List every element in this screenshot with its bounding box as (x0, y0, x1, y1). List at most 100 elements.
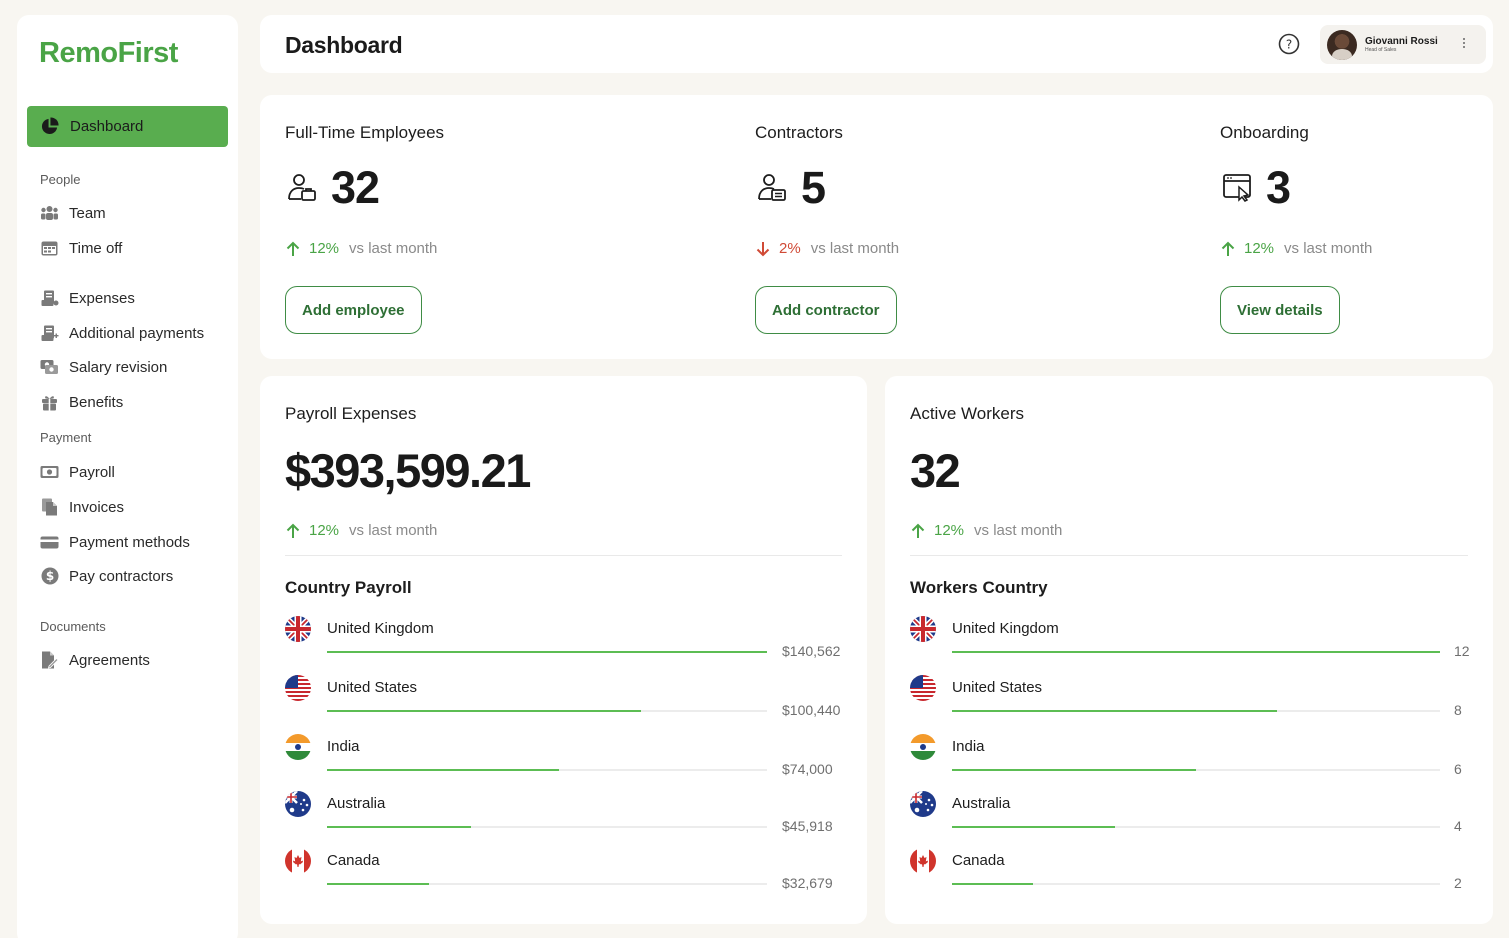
view-details-button[interactable]: View details (1220, 286, 1340, 334)
flag-canada-icon (285, 848, 311, 874)
section-label-people: People (40, 172, 81, 187)
trend-percent: 12% (309, 240, 340, 257)
country-value: 12 (1454, 643, 1470, 659)
country-value: 6 (1454, 761, 1462, 777)
sidebar-item-label: Payroll (69, 463, 115, 481)
stat-value: 32 (331, 162, 380, 213)
section-label-documents: Documents (40, 619, 106, 634)
section-label-payment: Payment (40, 430, 92, 445)
country-value: $32,679 (782, 875, 833, 891)
progress-fill (952, 826, 1115, 828)
sidebar: RemoFirst Dashboard People Team Time off… (17, 15, 238, 938)
active-workers-total: 32 (910, 444, 961, 497)
kebab-menu-icon[interactable] (1462, 36, 1466, 52)
trend-percent: 2% (779, 240, 801, 257)
header-bar: Dashboard ? Giovanni Rossi Head of Sales (260, 15, 1493, 73)
receipt-icon (40, 289, 59, 307)
flag-united-states-icon (285, 675, 311, 701)
help-icon[interactable]: ? (1278, 33, 1300, 55)
signed-document-icon (40, 651, 59, 669)
trend-text: vs last month (974, 522, 1063, 539)
calendar-icon (40, 239, 59, 257)
stat-value: 3 (1266, 162, 1291, 213)
country-value: $45,918 (782, 818, 833, 834)
sidebar-item-invoices[interactable]: Invoices (40, 496, 124, 518)
country-value: 8 (1454, 702, 1462, 718)
country-value: $140,562 (782, 643, 841, 659)
progress-fill (952, 710, 1277, 712)
dollar-coin-icon: $ (40, 567, 59, 585)
section-title: Workers Country (910, 578, 1048, 597)
flag-united-states-icon (910, 675, 936, 701)
progress-track (952, 883, 1440, 885)
card-title: Payroll Expenses (285, 404, 417, 423)
progress-track (327, 883, 767, 885)
arrow-down-icon (756, 241, 770, 256)
payroll-expenses-card: Payroll Expenses $393,599.21 12% vs last… (260, 376, 867, 924)
sidebar-item-label: Payment methods (69, 533, 190, 551)
progress-track (952, 826, 1440, 828)
salary-icon (40, 358, 59, 376)
country-name: Canada (952, 852, 1005, 869)
sidebar-item-label: Team (69, 204, 106, 222)
add-employee-button[interactable]: Add employee (285, 286, 422, 334)
flag-united-kingdom-icon (910, 616, 936, 642)
user-name: Giovanni Rossi (1365, 35, 1438, 47)
divider (910, 555, 1468, 556)
payroll-total: $393,599.21 (285, 444, 531, 497)
pie-chart-icon (41, 117, 59, 135)
sidebar-item-label: Benefits (69, 393, 124, 411)
brand-logo[interactable]: RemoFirst (39, 37, 178, 70)
sidebar-item-pay-contractors[interactable]: $ Pay contractors (40, 565, 173, 587)
sidebar-item-label: Agreements (69, 651, 150, 669)
progress-fill (327, 769, 559, 771)
trend-text: vs last month (349, 522, 438, 539)
trend-percent: 12% (309, 522, 340, 539)
add-contractor-button[interactable]: Add contractor (755, 286, 897, 334)
progress-fill (327, 651, 767, 653)
trend-text: vs last month (810, 240, 900, 257)
sidebar-item-label: Expenses (69, 289, 135, 307)
trend-text: vs last month (1284, 240, 1373, 257)
sidebar-item-payment-methods[interactable]: Payment methods (40, 531, 190, 553)
svg-text:?: ? (1286, 38, 1292, 52)
gift-icon (40, 393, 59, 411)
sidebar-item-payroll[interactable]: Payroll (40, 461, 115, 483)
banknote-icon (40, 463, 59, 481)
progress-fill (327, 710, 641, 712)
flag-india-icon (285, 734, 311, 760)
user-menu[interactable]: Giovanni Rossi Head of Sales (1320, 25, 1486, 64)
trend-percent: 12% (934, 522, 965, 539)
country-value: $100,440 (782, 702, 841, 718)
sidebar-item-dashboard[interactable]: Dashboard (27, 106, 228, 147)
team-icon (40, 204, 59, 222)
progress-fill (952, 651, 1440, 653)
flag-australia-icon (285, 791, 311, 817)
sidebar-item-team[interactable]: Team (40, 202, 106, 224)
country-value: 4 (1454, 818, 1462, 834)
trend: 12% vs last month (1220, 240, 1372, 257)
progress-fill (952, 883, 1033, 885)
sidebar-item-additional-payments[interactable]: Additional payments (40, 322, 204, 344)
divider (285, 555, 842, 556)
stat-value: 5 (801, 162, 826, 213)
page-title: Dashboard (285, 32, 403, 58)
progress-track (952, 710, 1440, 712)
arrow-up-icon (286, 523, 300, 538)
arrow-up-icon (1221, 241, 1235, 256)
progress-track (327, 651, 767, 653)
section-title: Country Payroll (285, 578, 412, 597)
country-name: India (327, 738, 360, 755)
progress-track (327, 769, 767, 771)
sidebar-item-salary-revision[interactable]: Salary revision (40, 356, 167, 378)
trend: 12% vs last month (285, 240, 437, 257)
country-value: 2 (1454, 875, 1462, 891)
receipt-plus-icon (40, 324, 59, 342)
sidebar-item-time-off[interactable]: Time off (40, 237, 122, 259)
sidebar-item-benefits[interactable]: Benefits (40, 391, 123, 413)
trend-percent: 12% (1244, 240, 1275, 257)
sidebar-item-agreements[interactable]: Agreements (40, 649, 150, 671)
sidebar-item-expenses[interactable]: Expenses (40, 287, 135, 309)
avatar (1327, 29, 1357, 60)
stats-card: Full-Time Employees 32 12% vs last month… (260, 95, 1493, 359)
